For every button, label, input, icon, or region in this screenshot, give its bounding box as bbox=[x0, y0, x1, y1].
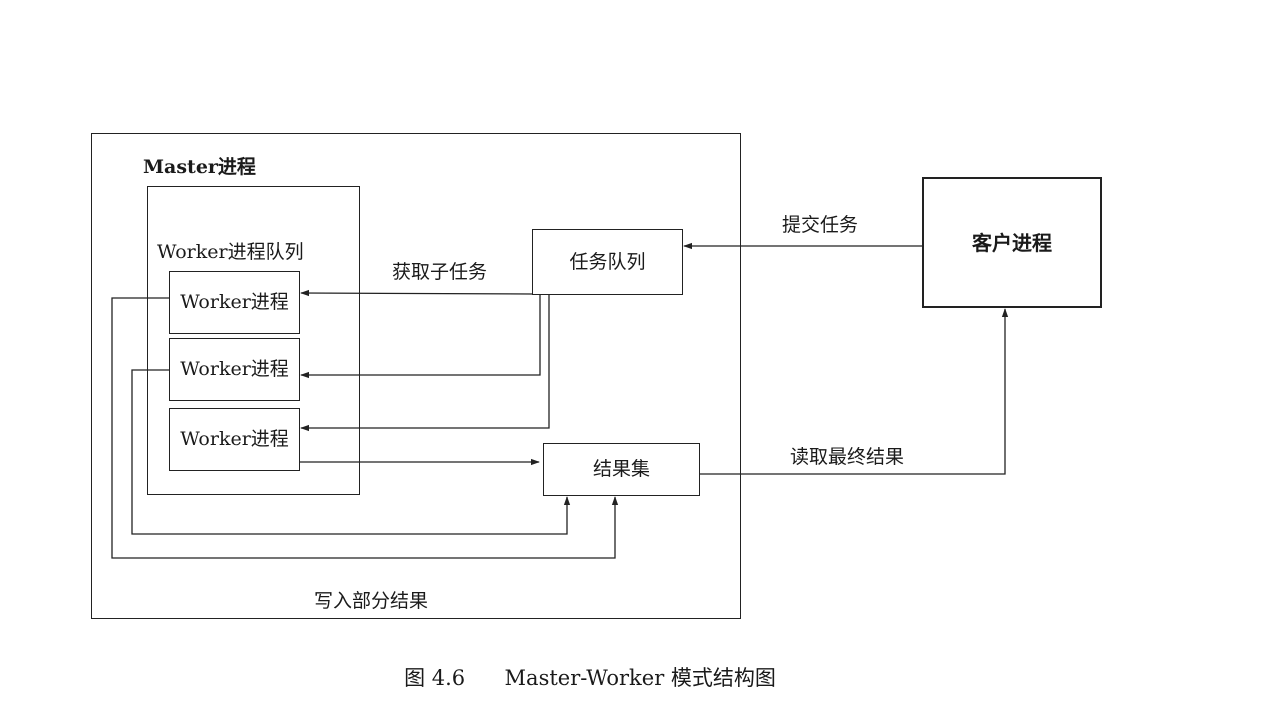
write-partial-result-label: 写入部分结果 bbox=[314, 590, 429, 612]
worker-queue-label: Worker进程队列 bbox=[157, 241, 304, 263]
client-process-box: 客户进程 bbox=[922, 177, 1102, 308]
worker-process-label-2: Worker进程 bbox=[180, 358, 289, 380]
figure-title: Master-Worker 模式结构图 bbox=[504, 666, 776, 690]
submit-task-label: 提交任务 bbox=[782, 214, 859, 236]
task-queue-box: 任务队列 bbox=[532, 229, 683, 295]
worker-process-box-3: Worker进程 bbox=[169, 408, 300, 471]
result-set-label: 结果集 bbox=[592, 458, 650, 480]
worker-process-label-3: Worker进程 bbox=[180, 428, 289, 450]
task-queue-label: 任务队列 bbox=[569, 250, 646, 273]
figure-caption: 图 4.6 Master-Worker 模式结构图 bbox=[0, 668, 1180, 689]
fetch-subtask-label: 获取子任务 bbox=[392, 261, 488, 283]
worker-process-box-1: Worker进程 bbox=[169, 271, 300, 334]
worker-process-label-1: Worker进程 bbox=[180, 291, 289, 313]
figure-number: 图 4.6 bbox=[404, 666, 466, 690]
master-process-label: Master进程 bbox=[143, 156, 256, 178]
result-set-box: 结果集 bbox=[543, 443, 700, 496]
read-final-result-label: 读取最终结果 bbox=[790, 446, 905, 468]
worker-process-box-2: Worker进程 bbox=[169, 338, 300, 401]
client-process-label: 客户进程 bbox=[972, 230, 1052, 255]
